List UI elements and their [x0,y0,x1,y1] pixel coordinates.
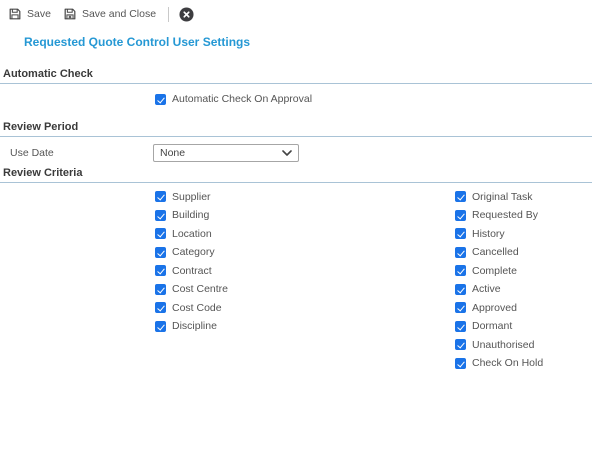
checkbox-discipline[interactable] [155,321,166,332]
toolbar: Save Save and Close [0,0,600,26]
chevron-down-icon [282,150,292,156]
checkbox-row-building[interactable]: Building [155,206,228,225]
toolbar-separator [168,7,169,22]
page-title: Requested Quote Control User Settings [24,35,600,49]
review-criteria-grid: Supplier Building Location Category Cont… [0,188,600,383]
checkbox-label-cost-code: Cost Code [172,302,222,314]
checkbox-requested-by[interactable] [455,210,466,221]
checkbox-label-active: Active [472,283,501,295]
checkbox-cost-centre[interactable] [155,284,166,295]
checkbox-dormant[interactable] [455,321,466,332]
checkbox-row-history[interactable]: History [455,225,543,244]
checkbox-label-complete: Complete [472,265,517,277]
checkbox-row-supplier[interactable]: Supplier [155,188,228,207]
checkbox-cost-code[interactable] [155,302,166,313]
checkbox-row-category[interactable]: Category [155,243,228,262]
checkbox-row-check-on-hold[interactable]: Check On Hold [455,354,543,373]
checkbox-row-requested-by[interactable]: Requested By [455,206,543,225]
checkbox-label-contract: Contract [172,265,212,277]
criteria-right-column: Original Task Requested By History Cance… [455,188,543,373]
checkbox-row-complete[interactable]: Complete [455,262,543,281]
checkbox-automatic-check-on-approval[interactable] [155,94,166,105]
checkbox-label-building: Building [172,209,209,221]
use-date-label: Use Date [10,147,153,159]
save-button-label: Save [27,8,51,20]
use-date-selected-value: None [160,147,185,159]
section-heading-automatic-check: Automatic Check [0,68,592,84]
checkbox-location[interactable] [155,228,166,239]
save-floppy-x-icon [63,7,77,21]
save-floppy-icon [8,7,22,21]
checkbox-category[interactable] [155,247,166,258]
save-and-close-button[interactable]: Save and Close [63,7,156,21]
close-button[interactable] [179,7,194,22]
checkbox-label-cancelled: Cancelled [472,246,519,258]
criteria-left-column: Supplier Building Location Category Cont… [155,188,228,336]
checkbox-complete[interactable] [455,265,466,276]
checkbox-row-cancelled[interactable]: Cancelled [455,243,543,262]
settings-page: Save Save and Close Requested Quote Cont… [0,0,600,383]
checkbox-label-cost-centre: Cost Centre [172,283,228,295]
section-heading-review-criteria: Review Criteria [0,167,592,183]
checkbox-check-on-hold[interactable] [455,358,466,369]
save-button[interactable]: Save [8,7,51,21]
checkbox-label-discipline: Discipline [172,320,217,332]
checkbox-label-unauthorised: Unauthorised [472,339,534,351]
use-date-select[interactable]: None [153,144,299,162]
checkbox-contract[interactable] [155,265,166,276]
checkbox-row-contract[interactable]: Contract [155,262,228,281]
checkbox-cancelled[interactable] [455,247,466,258]
checkbox-label-original-task: Original Task [472,191,533,203]
checkbox-row-approved[interactable]: Approved [455,299,543,318]
checkbox-unauthorised[interactable] [455,339,466,350]
checkbox-original-task[interactable] [455,191,466,202]
checkbox-supplier[interactable] [155,191,166,202]
checkbox-label-requested-by: Requested By [472,209,538,221]
automatic-check-row-container: Automatic Check On Approval [0,84,600,116]
checkbox-row-dormant[interactable]: Dormant [455,317,543,336]
checkbox-history[interactable] [455,228,466,239]
close-circle-icon [179,7,194,22]
checkbox-row-unauthorised[interactable]: Unauthorised [455,336,543,355]
checkbox-building[interactable] [155,210,166,221]
checkbox-label-approved: Approved [472,302,517,314]
checkbox-label-history: History [472,228,505,240]
checkbox-label-category: Category [172,246,215,258]
checkbox-row-original-task[interactable]: Original Task [455,188,543,207]
checkbox-active[interactable] [455,284,466,295]
checkbox-label-automatic-check-on-approval: Automatic Check On Approval [172,93,312,105]
checkbox-row-cost-code[interactable]: Cost Code [155,299,228,318]
checkbox-row-automatic-check-on-approval[interactable]: Automatic Check On Approval [155,90,600,109]
checkbox-approved[interactable] [455,302,466,313]
checkbox-row-cost-centre[interactable]: Cost Centre [155,280,228,299]
use-date-row: Use Date None [0,144,600,162]
checkbox-row-location[interactable]: Location [155,225,228,244]
checkbox-label-supplier: Supplier [172,191,211,203]
checkbox-row-active[interactable]: Active [455,280,543,299]
section-heading-review-period: Review Period [0,121,592,137]
checkbox-row-discipline[interactable]: Discipline [155,317,228,336]
checkbox-label-dormant: Dormant [472,320,512,332]
save-and-close-button-label: Save and Close [82,8,156,20]
checkbox-label-location: Location [172,228,212,240]
checkbox-label-check-on-hold: Check On Hold [472,357,543,369]
